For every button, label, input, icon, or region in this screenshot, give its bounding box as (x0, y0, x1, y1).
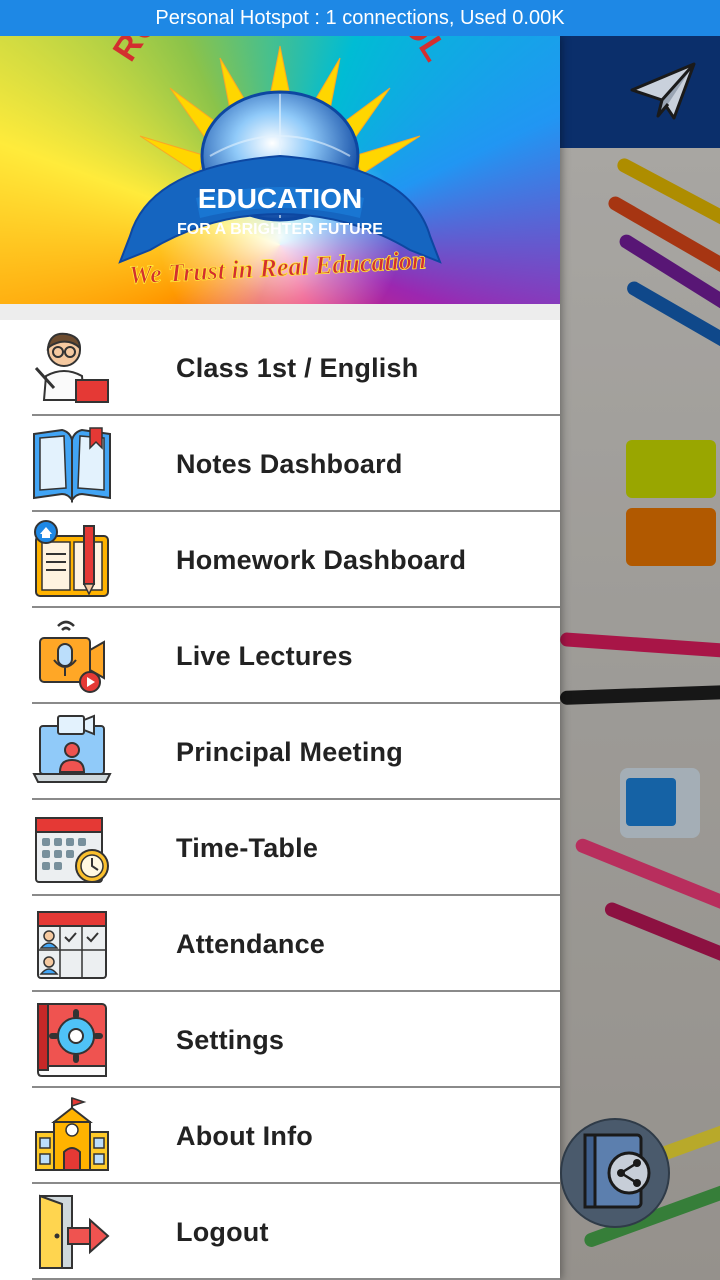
menu-item-label: About Info (176, 1120, 313, 1151)
menu-item-time-table[interactable]: Time-Table (0, 800, 560, 896)
video-meeting-icon (32, 712, 112, 792)
logo-banner-top: EDUCATION (198, 183, 362, 214)
share-button[interactable] (560, 1118, 670, 1228)
menu-item-class[interactable]: Class 1st / English (0, 320, 560, 416)
drawer-menu: Class 1st / English Notes Dashboard Home… (0, 320, 560, 1280)
status-bar-text: Personal Hotspot : 1 connections, Used 0… (155, 6, 565, 29)
teacher-icon (32, 328, 112, 408)
logo-banner-bottom: FOR A BRIGHTER FUTURE (177, 221, 383, 238)
homework-book-icon (32, 520, 112, 600)
settings-book-icon (32, 1000, 112, 1080)
logout-door-icon (32, 1192, 112, 1272)
menu-item-label: Live Lectures (176, 640, 353, 671)
school-building-icon (32, 1096, 112, 1176)
live-video-icon (32, 616, 112, 696)
menu-item-notes-dashboard[interactable]: Notes Dashboard (0, 416, 560, 512)
navigation-drawer: RCL WORLD SCHOOL EDUCATION FOR A BRIGHTE… (0, 36, 560, 1280)
status-bar: Personal Hotspot : 1 connections, Used 0… (0, 0, 720, 36)
school-logo: RCL WORLD SCHOOL EDUCATION FOR A BRIGHTE… (106, 36, 455, 290)
attendance-calendar-icon (32, 904, 112, 984)
menu-item-label: Settings (176, 1024, 285, 1055)
drawer-divider (0, 304, 560, 320)
menu-item-about-info[interactable]: About Info (0, 1088, 560, 1184)
menu-item-label: Time-Table (176, 832, 319, 863)
calendar-clock-icon (32, 808, 112, 888)
paper-plane-icon[interactable] (628, 60, 700, 124)
menu-item-label: Notes Dashboard (176, 448, 403, 479)
menu-item-label: Class 1st / English (176, 352, 419, 383)
menu-item-label: Attendance (176, 928, 326, 959)
open-book-icon (32, 424, 112, 504)
menu-item-live-lectures[interactable]: Live Lectures (0, 608, 560, 704)
drawer-header: RCL WORLD SCHOOL EDUCATION FOR A BRIGHTE… (0, 36, 560, 304)
menu-item-label: Homework Dashboard (176, 544, 467, 575)
share-book-icon (573, 1129, 657, 1218)
menu-item-label: Principal Meeting (176, 736, 403, 767)
menu-item-principal-meeting[interactable]: Principal Meeting (0, 704, 560, 800)
menu-item-homework-dashboard[interactable]: Homework Dashboard (0, 512, 560, 608)
menu-item-settings[interactable]: Settings (0, 992, 560, 1088)
menu-item-logout[interactable]: Logout (0, 1184, 560, 1280)
logo-tagline: We Trust in Real Education (128, 245, 427, 290)
menu-item-attendance[interactable]: Attendance (0, 896, 560, 992)
menu-item-label: Logout (176, 1216, 269, 1247)
